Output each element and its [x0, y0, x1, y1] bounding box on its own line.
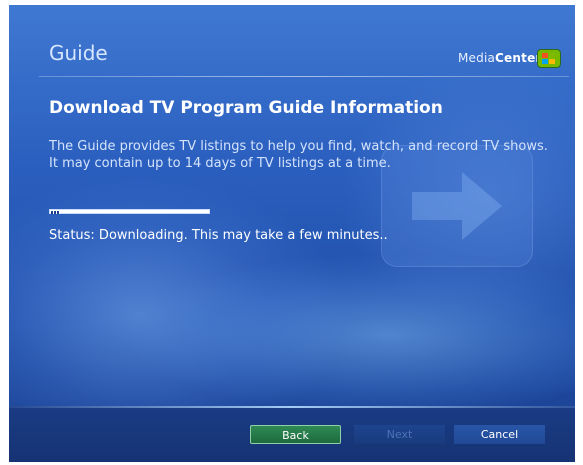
media-center-window: Guide MediaCenter Download TV Program Gu…: [9, 5, 575, 462]
description-text: The Guide provides TV listings to help y…: [49, 139, 548, 171]
download-progress-bar: [49, 209, 210, 214]
brand-text-bold: Center: [495, 51, 542, 65]
brand-text-light: Media: [458, 51, 496, 65]
page-title: Download TV Program Guide Information: [49, 98, 443, 118]
progress-fill: [51, 211, 60, 214]
cancel-button[interactable]: Cancel: [454, 425, 545, 444]
windows-flag-icon: [537, 49, 561, 68]
footer-divider: [9, 406, 575, 408]
header-divider: [39, 76, 569, 77]
status-text: Status: Downloading. This may take a few…: [49, 228, 388, 243]
media-center-brand: MediaCenter: [458, 51, 542, 65]
section-title: Guide: [49, 41, 108, 65]
next-button[interactable]: Next: [354, 425, 445, 444]
back-button[interactable]: Back: [250, 425, 341, 444]
